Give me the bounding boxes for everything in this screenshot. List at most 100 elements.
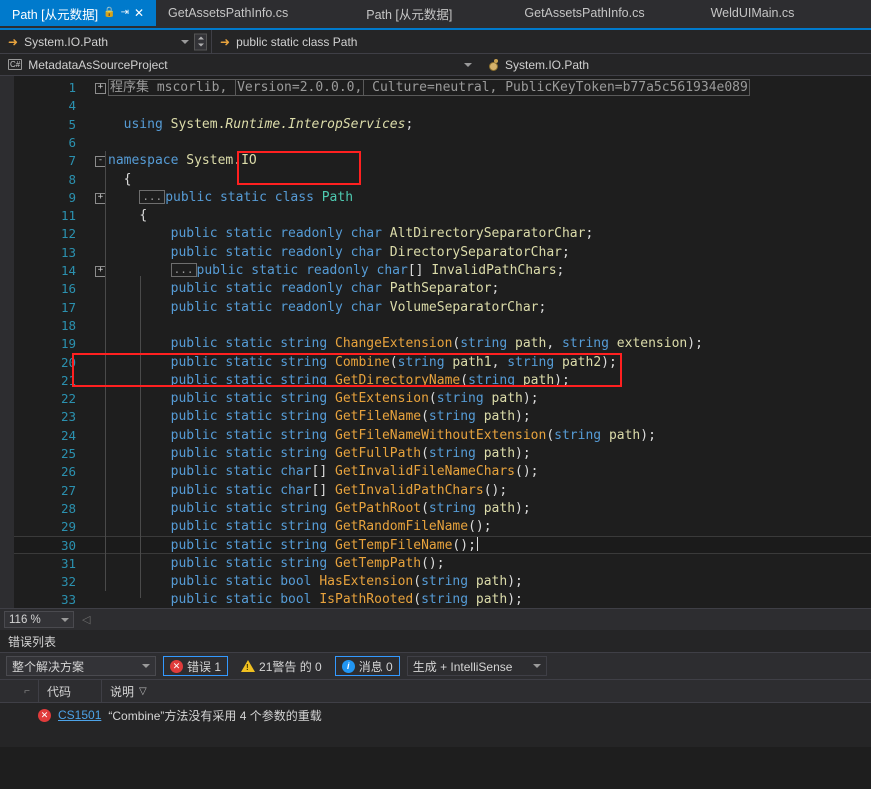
code-text: public static readonly char VolumeSepara… [170,299,547,315]
line-number: 5 [68,116,76,132]
code-line[interactable]: 27 public static char[] GetInvalidPathCh… [0,482,871,500]
error-list-panel: 错误列表 整个解决方案 ✕ 错误 1 21警告 的 0 i 消息 0 生成 + … [0,630,871,747]
code-line[interactable]: 9 ... public static class Path [0,189,871,207]
info-icon: i [341,659,355,673]
project-name: MetadataAsSourceProject [28,57,168,72]
code-line[interactable]: 23 public static string GetFileName(stri… [0,408,871,426]
table-row[interactable]: ✕ CS1501 “Combine”方法没有采用 4 个参数的重载 [0,703,871,727]
code-text: ... public static readonly char[] Invalid… [108,262,564,280]
code-line[interactable]: 13 public static readonly char Directory… [0,244,871,262]
context-name: System.IO.Path [505,57,590,72]
context-selector[interactable]: System.IO.Path [480,54,597,75]
zoom-level-dropdown[interactable]: 116 % [4,611,74,628]
code-text: public static readonly char PathSeparato… [170,281,500,297]
horizontal-scroll-left-button[interactable]: ◁ [82,613,90,626]
tab-path-metadata-active[interactable]: Path [从元数据] 🔒 ⇥ ✕ [0,0,157,26]
line-number: 14 [60,263,76,278]
code-line[interactable]: 28 public static string GetPathRoot(stri… [0,500,871,518]
code-text: ... public static class Path [108,189,353,207]
chevron-down-icon[interactable] [532,664,541,668]
error-description: “Combine”方法没有采用 4 个参数的重载 [108,708,322,723]
code-line[interactable]: 12 public static readonly char AltDirect… [0,225,871,243]
close-icon[interactable]: ✕ [134,7,144,19]
code-line[interactable]: 6 [0,134,871,152]
error-list-body[interactable]: ✕ CS1501 “Combine”方法没有采用 4 个参数的重载 [0,703,871,747]
line-number: 27 [60,482,76,498]
code-editor[interactable]: + - + + 1 程序集 mscorlib, Version=2.0.0.0, Cul… [0,76,871,608]
code-line[interactable]: 24 public static string GetFileNameWitho… [0,427,871,445]
code-text: public static string GetDirectoryName(st… [170,372,570,388]
chevron-down-icon[interactable] [142,664,150,668]
code-line[interactable]: 26 public static char[] GetInvalidFileNa… [0,463,871,481]
pin-icon[interactable]: ⇥ [121,8,129,18]
code-text: public static bool IsPathRooted(string p… [170,592,523,608]
line-number: 13 [60,244,76,260]
column-header-code-label: 代码 [47,684,72,699]
code-line[interactable]: 7 namespace System.IO [0,152,871,170]
line-number: 21 [60,372,76,388]
code-text: public static bool HasExtension(string p… [170,574,523,590]
code-line[interactable]: 19 public static string ChangeExtension(… [0,335,871,353]
code-line[interactable]: 4 [0,97,871,115]
code-text: namespace System.IO [108,153,257,169]
scope-dropdown[interactable]: 整个解决方案 [6,656,156,676]
member-selector-label: public static class Path [236,34,358,49]
zoom-level-label: 116 % [9,613,41,626]
code-line[interactable]: 16 public static readonly char PathSepar… [0,280,871,298]
filter-errors-button[interactable]: ✕ 错误 1 [163,656,229,676]
tab-path-metadata-2[interactable]: Path [从元数据] [354,0,464,26]
tab-getassetspathinfo-2[interactable]: GetAssetsPathInfo.cs [512,0,656,26]
project-selector[interactable]: C# MetadataAsSourceProject [0,54,480,75]
code-line[interactable]: 20 public static string Combine(string p… [0,354,871,372]
code-text: 程序集 mscorlib, Version=2.0.0.0, Culture=n… [108,79,750,96]
line-number: 28 [60,500,76,516]
filter-messages-button[interactable]: i 消息 0 [334,656,400,676]
filter-warnings-button[interactable]: 21警告 的 0 [235,656,328,676]
code-line[interactable]: 30 public static string GetTempFileName(… [0,536,871,555]
build-filter-dropdown[interactable]: 生成 + IntelliSense [406,656,547,676]
line-number: 23 [60,409,76,425]
code-text: { [123,171,132,187]
code-line[interactable]: 5 using System.Runtime.InteropServices; [0,116,871,134]
member-arrow-icon: ➜ [220,34,231,49]
scope-label: 整个解决方案 [12,659,85,674]
column-header-description[interactable]: 说明 ▽ [102,680,155,702]
type-spinner[interactable] [194,33,207,50]
code-line[interactable]: 8 { [0,171,871,189]
project-context-bar: C# MetadataAsSourceProject System.IO.Pat… [0,54,871,76]
line-number: 33 [60,592,76,608]
code-line[interactable]: 33 public static bool IsPathRooted(strin… [0,591,871,608]
line-number: 26 [60,464,76,480]
type-selector-dropdown[interactable]: ➜ System.IO.Path [0,30,212,53]
code-text: public static readonly char DirectorySep… [170,244,570,260]
csharp-icon: C# [8,59,23,70]
navigation-bar: ➜ System.IO.Path ➜ public static class P… [0,30,871,54]
chevron-down-icon[interactable] [61,617,69,622]
column-header-code[interactable]: 代码 [39,680,101,702]
error-code-link[interactable]: CS1501 [58,708,101,722]
code-line[interactable]: 22 public static string GetExtension(str… [0,390,871,408]
code-line[interactable]: 11 { [0,207,871,225]
column-header-icon[interactable]: ⌐ [0,680,38,702]
code-line[interactable]: 1 程序集 mscorlib, Version=2.0.0.0, Culture=… [0,79,871,97]
filter-warnings-label: 21警告 的 0 [259,659,322,674]
code-line[interactable]: 25 public static string GetFullPath(stri… [0,445,871,463]
member-selector-dropdown[interactable]: ➜ public static class Path [212,30,365,53]
code-line[interactable]: 14 ... public static readonly char[] Inva… [0,262,871,280]
code-line[interactable]: 17 public static readonly char VolumeSep… [0,299,871,317]
tab-weldulmain[interactable]: WeldUIMain.cs [699,0,807,26]
line-number: 4 [68,98,76,114]
sort-desc-icon: ▽ [139,685,147,697]
code-line[interactable]: 32 public static bool HasExtension(strin… [0,573,871,591]
code-line[interactable]: 29 public static string GetRandomFileNam… [0,518,871,536]
code-line[interactable]: 31 public static string GetTempPath(); [0,555,871,573]
chevron-down-icon[interactable] [464,62,472,67]
error-icon: ✕ [38,708,51,722]
line-number: 16 [60,281,76,297]
code-line[interactable]: 21 public static string GetDirectoryName… [0,372,871,390]
warning-icon [241,660,256,672]
chevron-down-icon[interactable] [181,39,189,44]
line-number: 8 [68,171,76,187]
tab-getassetspathinfo-1[interactable]: GetAssetsPathInfo.cs [156,0,300,26]
code-line[interactable]: 18 [0,317,871,335]
